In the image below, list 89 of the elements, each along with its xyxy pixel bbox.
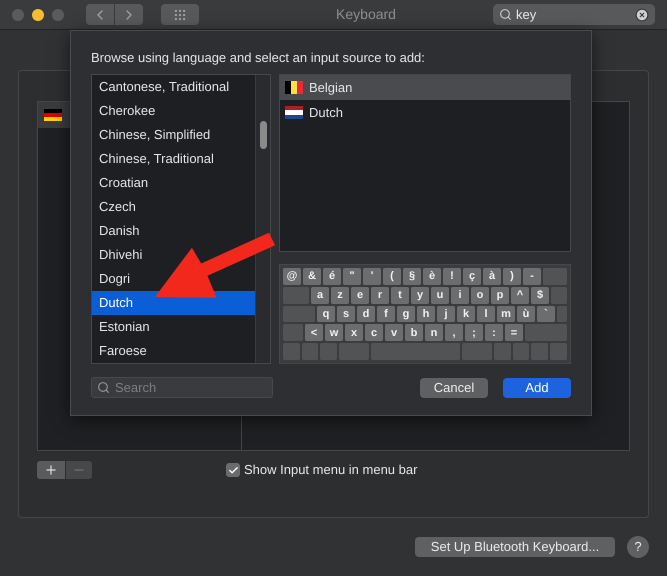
key: - xyxy=(523,268,541,285)
key: d xyxy=(357,306,375,322)
key: y xyxy=(411,286,429,304)
scrollbar-thumb[interactable] xyxy=(260,121,266,149)
key: ! xyxy=(443,268,461,285)
key: ; xyxy=(465,324,483,342)
key: ( xyxy=(383,268,401,285)
checkbox-label: Show Input menu in menu bar xyxy=(244,461,418,480)
language-item[interactable]: Czech xyxy=(92,195,255,219)
flag-icon xyxy=(285,106,303,119)
language-item[interactable]: Faroese xyxy=(92,339,255,363)
blank-key xyxy=(283,306,315,322)
key: n xyxy=(425,324,443,342)
language-item[interactable]: Croatian xyxy=(92,171,255,195)
key: q xyxy=(317,306,335,322)
key: a xyxy=(311,286,329,304)
key: " xyxy=(343,268,361,285)
blank-key xyxy=(283,286,309,304)
language-item[interactable]: Chinese, Traditional xyxy=(92,147,255,171)
key: g xyxy=(397,306,415,322)
key: = xyxy=(505,324,523,342)
checkbox[interactable] xyxy=(226,463,240,477)
key: m xyxy=(497,306,515,322)
language-item[interactable]: Cherokee xyxy=(92,99,255,123)
search-field[interactable]: key xyxy=(493,4,655,25)
language-item[interactable]: Chinese, Simplified xyxy=(92,123,255,147)
key: w xyxy=(325,324,343,342)
language-item[interactable]: Dogri xyxy=(92,267,255,291)
key: ^ xyxy=(511,286,529,304)
key: r xyxy=(371,286,389,304)
key: u xyxy=(431,286,449,304)
key: ` xyxy=(537,306,555,322)
key: f xyxy=(377,306,395,322)
key: @ xyxy=(283,268,301,285)
search-icon xyxy=(97,381,110,394)
key: t xyxy=(391,286,409,304)
key: é xyxy=(323,268,341,285)
key: i xyxy=(451,286,469,304)
key: e xyxy=(351,286,369,304)
key: ç xyxy=(463,268,481,285)
key: z xyxy=(331,286,349,304)
language-item[interactable]: Dutch xyxy=(92,291,255,315)
language-item[interactable]: Danish xyxy=(92,219,255,243)
flag-icon xyxy=(44,108,62,122)
key: v xyxy=(385,324,403,342)
show-all-button[interactable] xyxy=(161,4,199,25)
window-title: Keyboard xyxy=(335,5,397,24)
key: & xyxy=(303,268,321,285)
key: x xyxy=(345,324,363,342)
grid-icon xyxy=(173,8,187,22)
key: b xyxy=(405,324,423,342)
sheet-prompt: Browse using language and select an input source to add: xyxy=(91,49,426,67)
checkmark-icon xyxy=(228,464,238,476)
search-input[interactable]: Search xyxy=(115,378,267,398)
add-button[interactable]: Add xyxy=(503,378,571,398)
key: o xyxy=(471,286,489,304)
key: § xyxy=(403,268,421,285)
key: < xyxy=(305,324,323,342)
bluetooth-keyboard-button[interactable]: Set Up Bluetooth Keyboard... xyxy=(415,537,615,557)
key: k xyxy=(457,306,475,322)
search-icon xyxy=(499,8,512,21)
key: , xyxy=(445,324,463,342)
search-value: key xyxy=(516,6,538,24)
cancel-button[interactable]: Cancel xyxy=(420,378,488,398)
source-item[interactable]: Dutch xyxy=(280,100,570,125)
key: c xyxy=(365,324,383,342)
add-source-button[interactable] xyxy=(37,461,65,479)
key: ù xyxy=(517,306,535,322)
flag-icon xyxy=(285,81,303,94)
key: è xyxy=(423,268,441,285)
source-item[interactable]: Belgian xyxy=(280,75,570,100)
forward-button[interactable] xyxy=(115,4,143,25)
key: à xyxy=(483,268,501,285)
language-item[interactable]: Cantonese, Traditional xyxy=(92,75,255,99)
key: s xyxy=(337,306,355,322)
key: ) xyxy=(503,268,521,285)
key: $ xyxy=(531,286,549,304)
search-field[interactable]: Search xyxy=(91,377,273,398)
language-item[interactable]: Estonian xyxy=(92,315,255,339)
key: p xyxy=(491,286,509,304)
key: : xyxy=(485,324,503,342)
key: ' xyxy=(363,268,381,285)
key: l xyxy=(477,306,495,322)
key: h xyxy=(417,306,435,322)
help-button[interactable]: ? xyxy=(627,536,649,558)
key: j xyxy=(437,306,455,322)
back-button[interactable] xyxy=(86,4,114,25)
plus-icon xyxy=(44,463,58,477)
clear-icon[interactable] xyxy=(635,8,649,22)
